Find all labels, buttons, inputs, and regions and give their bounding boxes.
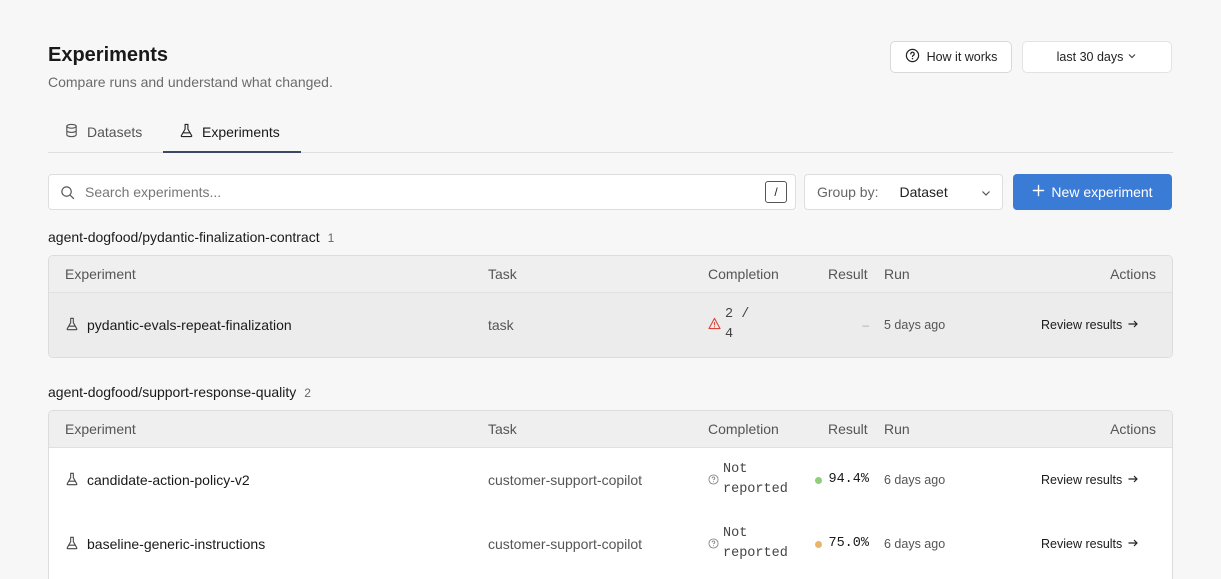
col-actions: Actions — [1110, 421, 1156, 437]
tab-experiments-label: Experiments — [202, 123, 280, 140]
col-experiment: Experiment — [65, 266, 136, 282]
group-by-value: Dataset — [899, 184, 948, 200]
search-shortcut-key: / — [765, 181, 787, 203]
table-header: Experiment Task Completion Result Run Ac… — [49, 256, 1172, 293]
help-circle-icon — [905, 48, 920, 66]
result-status-dot — [815, 540, 823, 548]
review-results-link[interactable]: Review results — [1041, 512, 1139, 576]
experiments-table: Experiment Task Completion Result Run Ac… — [48, 410, 1173, 579]
database-icon — [64, 123, 79, 141]
tab-datasets-label: Datasets — [87, 124, 143, 140]
completion-value-top: Not — [723, 526, 748, 541]
experiment-name: baseline-generic-instructions — [87, 536, 266, 552]
warning-icon — [708, 317, 721, 333]
search-input[interactable] — [85, 184, 765, 200]
help-circle-icon — [708, 536, 719, 552]
search-icon — [49, 185, 85, 200]
help-circle-icon — [708, 472, 719, 488]
group-count: 2 — [304, 386, 311, 400]
experiments-table: Experiment Task Completion Result Run Ac… — [48, 255, 1173, 358]
page-subtitle: Compare runs and understand what changed… — [48, 74, 333, 90]
col-completion: Completion — [708, 421, 779, 437]
col-run: Run — [884, 421, 910, 437]
group-by-select[interactable]: Group by: Dataset — [804, 174, 1003, 210]
arrow-right-icon — [1127, 473, 1139, 488]
result-value: – — [862, 318, 869, 332]
page-title: Experiments — [48, 44, 169, 66]
result-cell: 75.0% — [811, 512, 869, 576]
col-experiment: Experiment — [65, 421, 136, 437]
how-it-works-label: How it works — [926, 50, 998, 64]
task-cell: customer-support-copilot — [488, 472, 643, 488]
flask-icon — [65, 536, 79, 553]
table-row[interactable]: pydantic-evals-repeat-finalization task … — [49, 293, 1172, 357]
tab-bar: Datasets Experiments — [48, 112, 1173, 153]
group-name: agent-dogfood/pydantic-finalization-cont… — [48, 229, 320, 245]
table-row[interactable]: baseline-generic-instructions customer-s… — [49, 512, 1172, 576]
new-experiment-label: New experiment — [1051, 184, 1153, 200]
completion-cell: 2 / 4 — [708, 293, 749, 357]
table-row[interactable]: candidate-action-policy-v2 customer-supp… — [49, 448, 1172, 512]
date-range-dropdown[interactable]: last 30 days — [1022, 41, 1172, 73]
completion-value-bottom: reported — [723, 546, 788, 561]
how-it-works-button[interactable]: How it works — [890, 41, 1012, 73]
col-result: Result — [828, 421, 868, 437]
group-name: agent-dogfood/support-response-quality — [48, 384, 297, 400]
plus-icon — [1032, 184, 1045, 200]
completion-value-top: Not — [723, 462, 748, 477]
group-by-label: Group by: — [817, 184, 879, 200]
run-cell: 5 days ago — [884, 318, 946, 332]
tab-datasets[interactable]: Datasets — [48, 112, 158, 152]
experiment-cell: pydantic-evals-repeat-finalization — [65, 293, 292, 357]
review-results-label: Review results — [1041, 318, 1123, 332]
col-completion: Completion — [708, 266, 779, 282]
flask-icon — [65, 472, 79, 489]
result-value: 75.0% — [828, 536, 869, 551]
table-header: Experiment Task Completion Result Run Ac… — [49, 411, 1172, 448]
review-results-label: Review results — [1041, 537, 1123, 551]
toolbar: / Group by: Dataset New experiment — [48, 174, 1173, 210]
group-header: agent-dogfood/support-response-quality 2 — [48, 384, 311, 400]
run-cell: 6 days ago — [884, 473, 946, 487]
page-header: Experiments Compare runs and understand … — [48, 41, 1173, 92]
result-cell: 94.4% — [811, 448, 869, 512]
completion-value-bottom: 4 — [725, 327, 734, 342]
run-cell: 6 days ago — [884, 537, 946, 551]
group-header: agent-dogfood/pydantic-finalization-cont… — [48, 229, 334, 245]
col-run: Run — [884, 266, 910, 282]
task-cell: task — [488, 317, 514, 333]
completion-value-top: 2 / — [725, 307, 750, 322]
experiment-cell: candidate-action-policy-v2 — [65, 448, 250, 512]
completion-value-bottom: reported — [723, 482, 788, 497]
arrow-right-icon — [1127, 318, 1139, 333]
new-experiment-button[interactable]: New experiment — [1013, 174, 1172, 210]
experiment-name: candidate-action-policy-v2 — [87, 472, 250, 488]
experiment-cell: baseline-generic-instructions — [65, 512, 265, 576]
tab-experiments[interactable]: Experiments — [163, 112, 301, 153]
col-actions: Actions — [1110, 266, 1156, 282]
col-task: Task — [488, 266, 517, 282]
col-result: Result — [828, 266, 868, 282]
chevron-down-icon — [1127, 50, 1137, 64]
flask-icon — [179, 123, 194, 141]
review-results-link[interactable]: Review results — [1041, 448, 1139, 512]
arrow-right-icon — [1127, 537, 1139, 552]
completion-cell: Not reported — [708, 448, 788, 512]
completion-cell: Not reported — [708, 512, 788, 576]
review-results-label: Review results — [1041, 473, 1123, 487]
col-task: Task — [488, 421, 517, 437]
task-cell: customer-support-copilot — [488, 536, 643, 552]
result-cell: – — [811, 293, 869, 357]
review-results-link[interactable]: Review results — [1041, 293, 1139, 357]
result-status-dot — [815, 476, 823, 484]
group-count: 1 — [327, 231, 335, 245]
flask-icon — [65, 317, 79, 334]
chevron-down-icon — [980, 186, 992, 202]
experiment-name: pydantic-evals-repeat-finalization — [87, 317, 292, 333]
search-box: / — [48, 174, 796, 210]
result-value: 94.4% — [828, 472, 869, 487]
date-range-label: last 30 days — [1056, 50, 1124, 64]
